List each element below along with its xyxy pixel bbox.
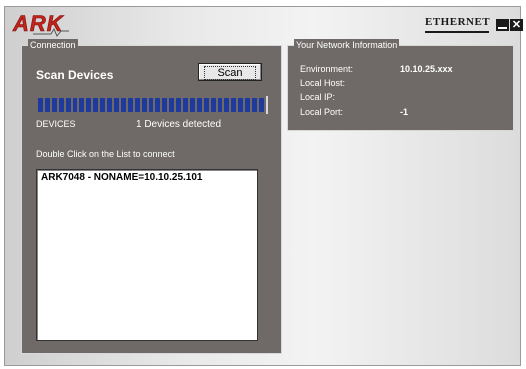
- progress-segment: [58, 98, 64, 112]
- progress-segment: [224, 98, 230, 112]
- progress-segment: [231, 98, 237, 112]
- progress-segment: [189, 98, 195, 112]
- progress-segment: [107, 98, 112, 112]
- close-icon[interactable]: ✕: [510, 19, 523, 31]
- network-info-panel: Your Network Information Environment: 10…: [287, 39, 514, 131]
- devices-count: 1 Devices detected: [136, 119, 222, 130]
- progress-segment: [169, 98, 175, 112]
- progress-segment: [162, 98, 168, 112]
- progress-segment: [210, 98, 216, 112]
- svg-text:ARK: ARK: [12, 11, 65, 36]
- progress-segment: [86, 98, 92, 112]
- progress-segment: [38, 98, 43, 112]
- progress-segment: [65, 98, 71, 112]
- device-list[interactable]: ARK7048 - NONAME=10.10.25.101: [36, 169, 258, 341]
- progress-segment: [134, 98, 140, 112]
- progress-segment: [113, 98, 119, 112]
- connection-panel: Connection Scan Devices Scan DEVICES 1 D…: [21, 39, 282, 354]
- minimize-icon[interactable]: [496, 19, 509, 31]
- connection-legend: Connection: [28, 39, 78, 51]
- scan-progress-bar: [38, 98, 264, 112]
- local-ip-label: Local IP:: [300, 92, 336, 102]
- progress-end-marker: [266, 96, 268, 114]
- connection-type-underline: [425, 31, 489, 33]
- progress-segment: [93, 98, 99, 112]
- progress-segment: [196, 98, 202, 112]
- ark-logo: ARK: [11, 9, 91, 37]
- progress-segment: [100, 98, 106, 112]
- progress-segment: [203, 98, 209, 112]
- progress-segment: [217, 98, 223, 112]
- title-bar: ARK ETHERNET ✕: [5, 7, 523, 39]
- connection-type-label: ETHERNET: [425, 16, 491, 28]
- environment-label: Environment:: [300, 64, 354, 74]
- progress-segment: [79, 98, 85, 112]
- connect-hint: Double Click on the List to connect: [36, 149, 175, 159]
- scan-button-label: Scan: [204, 66, 256, 80]
- environment-value: 10.10.25.xxx: [400, 64, 453, 74]
- local-host-label: Local Host:: [300, 78, 346, 88]
- progress-segment: [51, 98, 57, 112]
- progress-segment: [141, 98, 147, 112]
- progress-segment: [155, 98, 161, 112]
- scan-devices-title: Scan Devices: [36, 68, 114, 82]
- progress-segment: [127, 98, 133, 112]
- local-port-value: -1: [400, 107, 409, 117]
- progress-segment: [259, 98, 264, 112]
- progress-segment: [176, 98, 182, 112]
- app-window: ARK ETHERNET ✕ Connection Scan Devices S…: [4, 6, 523, 366]
- progress-segment: [183, 98, 188, 112]
- progress-segment: [252, 98, 257, 112]
- device-list-item[interactable]: ARK7048 - NONAME=10.10.25.101: [37, 170, 257, 185]
- progress-segment: [238, 98, 244, 112]
- local-port-label: Local Port:: [300, 107, 344, 117]
- devices-label: DEVICES: [36, 119, 76, 129]
- progress-segment: [148, 98, 154, 112]
- scan-button[interactable]: Scan: [198, 63, 262, 81]
- progress-segment: [44, 98, 50, 112]
- network-legend: Your Network Information: [294, 39, 400, 51]
- progress-segment: [120, 98, 126, 112]
- progress-segment: [72, 98, 78, 112]
- progress-segment: [245, 98, 251, 112]
